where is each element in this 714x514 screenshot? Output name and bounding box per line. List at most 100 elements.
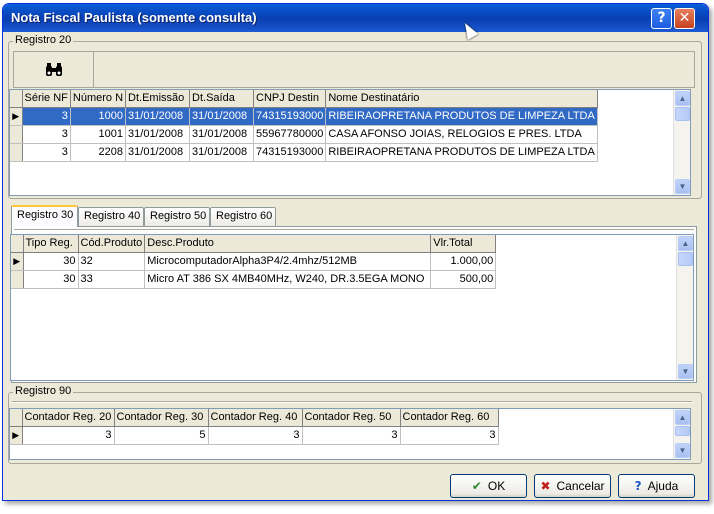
table-cell[interactable]: 3: [22, 143, 71, 162]
row-indicator-header: [11, 235, 24, 253]
ok-button[interactable]: ✔ OK: [450, 474, 527, 498]
table-cell[interactable]: 3: [22, 426, 115, 445]
table-cell[interactable]: 1000: [70, 107, 127, 126]
table-cell[interactable]: 3: [208, 426, 303, 445]
table-cell[interactable]: 32: [78, 252, 146, 271]
row-indicator-header: [10, 90, 23, 108]
column-header[interactable]: Contador Reg. 50: [302, 409, 401, 427]
table-cell[interactable]: 1001: [70, 125, 127, 144]
column-header[interactable]: Dt.Saída: [189, 90, 255, 108]
scroll-down-icon[interactable]: ▼: [675, 179, 690, 194]
dialog-window: Nota Fiscal Paulista (somente consulta) …: [2, 3, 709, 501]
scroll-thumb[interactable]: [675, 426, 690, 436]
registro20-scrollbar[interactable]: ▲ ▼: [673, 90, 690, 195]
table-cell[interactable]: 31/01/2008: [189, 107, 255, 126]
binoculars-icon: [45, 62, 62, 76]
table-cell[interactable]: 500,00: [430, 270, 497, 289]
column-header[interactable]: Cód.Produto: [78, 235, 146, 253]
table-cell[interactable]: CASA AFONSO JOIAS, RELOGIOS E PRES. LTDA: [325, 125, 598, 144]
column-header[interactable]: Desc.Produto: [144, 235, 432, 253]
registro30-scrollbar[interactable]: ▲ ▼: [676, 235, 693, 380]
table-cell[interactable]: 74315193000: [253, 143, 327, 162]
column-header[interactable]: Contador Reg. 30: [114, 409, 209, 427]
ok-label: OK: [487, 479, 506, 493]
table-cell[interactable]: 3: [400, 426, 499, 445]
column-header[interactable]: Contador Reg. 60: [400, 409, 499, 427]
scroll-up-icon[interactable]: ▲: [675, 91, 690, 106]
table-cell[interactable]: 33: [78, 270, 146, 289]
table-cell[interactable]: 3: [22, 125, 71, 144]
question-icon: ?: [634, 479, 642, 493]
scroll-up-icon[interactable]: ▲: [678, 236, 693, 251]
current-row-arrow-icon[interactable]: ▶: [11, 252, 24, 271]
table-cell[interactable]: 55967780000: [253, 125, 327, 144]
panel-divider: [14, 229, 694, 231]
help-label: Ajuda: [647, 479, 679, 493]
scroll-up-icon[interactable]: ▲: [675, 410, 690, 425]
tab-panel: Tipo Reg. Cód.Produto Desc.Produto Vlr.Tota…: [10, 226, 697, 383]
column-header[interactable]: Dt.Emissão: [125, 90, 191, 108]
help-button[interactable]: ? Ajuda: [618, 474, 695, 498]
table-cell[interactable]: 5: [114, 426, 209, 445]
registro20-toolbar: [13, 51, 695, 88]
column-header[interactable]: Vlr.Total: [430, 235, 497, 253]
help-title-button[interactable]: ?: [651, 8, 672, 29]
table-cell[interactable]: 31/01/2008: [189, 125, 255, 144]
table-cell[interactable]: 31/01/2008: [125, 107, 191, 126]
table-cell[interactable]: 3: [302, 426, 401, 445]
table-cell[interactable]: 31/01/2008: [189, 143, 255, 162]
table-row[interactable]: 3 1001 31/01/2008 31/01/2008 55967780000 CASA…: [10, 125, 598, 144]
table-cell[interactable]: 31/01/2008: [125, 125, 191, 144]
cancel-button[interactable]: ✖ Cancelar: [534, 474, 611, 498]
table-cell[interactable]: MicrocomputadorAlpha3P4/2.4mhz/512MB: [144, 252, 432, 271]
column-header[interactable]: Número N: [70, 90, 127, 108]
table-row[interactable]: 3 2208 31/01/2008 31/01/2008 74315193000 RIBE…: [10, 143, 598, 162]
row-indicator[interactable]: [10, 143, 23, 162]
table-cell[interactable]: 30: [23, 252, 79, 271]
table-cell[interactable]: 1.000,00: [430, 252, 497, 271]
table-row[interactable]: ▶ 3 1000 31/01/2008 31/01/2008 74315193000 RIB…: [10, 107, 598, 126]
registro20-label: Registro 20: [13, 34, 74, 46]
table-row[interactable]: ▶ 3 5 3 3 3: [10, 426, 499, 445]
registro90-scrollbar[interactable]: ▲ ▼: [673, 409, 690, 459]
cancel-label: Cancelar: [556, 479, 605, 493]
column-header[interactable]: Tipo Reg.: [23, 235, 79, 253]
table-cell[interactable]: 31/01/2008: [125, 143, 191, 162]
registro90-label: Registro 90: [13, 385, 74, 397]
column-header[interactable]: Nome Destinatário: [325, 90, 598, 108]
current-row-arrow-icon[interactable]: ▶: [10, 107, 23, 126]
row-indicator-header: [10, 409, 23, 427]
table-cell[interactable]: RIBEIRAOPRETANA PRODUTOS DE LIMPEZA LTDA: [325, 143, 598, 162]
table-cell[interactable]: RIBEIRAOPRETANA PRODUTOS DE LIMPEZA LTDA: [325, 107, 598, 126]
tab-registro-60[interactable]: Registro 60: [210, 207, 276, 226]
scroll-down-icon[interactable]: ▼: [675, 443, 690, 458]
registro20-grid[interactable]: Série NF Número N Dt.Emissão Dt.Saída CNPJ D…: [9, 89, 691, 196]
search-button[interactable]: [14, 52, 94, 87]
column-header[interactable]: CNPJ Destin: [253, 90, 327, 108]
close-title-button[interactable]: ✕: [674, 8, 695, 29]
column-header[interactable]: Contador Reg. 20: [22, 409, 115, 427]
table-cell[interactable]: 3: [22, 107, 71, 126]
table-row[interactable]: 30 33 Micro AT 386 SX 4MB40MHz, W240, DR.3…: [11, 270, 497, 289]
tab-registro-40[interactable]: Registro 40: [78, 207, 144, 226]
table-cell[interactable]: 74315193000: [253, 107, 327, 126]
column-header[interactable]: Série NF: [22, 90, 71, 108]
scroll-thumb[interactable]: [678, 252, 693, 266]
registro90-grid[interactable]: Contador Reg. 20 Contador Reg. 30 Contador…: [9, 408, 691, 460]
scroll-down-icon[interactable]: ▼: [678, 364, 693, 379]
registro90-divider: [12, 401, 692, 403]
tab-registro-30[interactable]: Registro 30: [11, 205, 78, 227]
registro30-grid[interactable]: Tipo Reg. Cód.Produto Desc.Produto Vlr.Tota…: [10, 234, 694, 381]
checkmark-icon: ✔: [471, 479, 482, 493]
scroll-thumb[interactable]: [675, 107, 690, 121]
table-cell[interactable]: 2208: [70, 143, 127, 162]
table-cell[interactable]: Micro AT 386 SX 4MB40MHz, W240, DR.3.5EG…: [144, 270, 432, 289]
title-bar[interactable]: Nota Fiscal Paulista (somente consulta) …: [3, 4, 708, 32]
current-row-arrow-icon[interactable]: ▶: [10, 426, 23, 445]
row-indicator[interactable]: [10, 125, 23, 144]
column-header[interactable]: Contador Reg. 40: [208, 409, 303, 427]
row-indicator[interactable]: [11, 270, 24, 289]
tab-registro-50[interactable]: Registro 50: [144, 207, 210, 226]
table-row[interactable]: ▶ 30 32 MicrocomputadorAlpha3P4/2.4mhz/512M…: [11, 252, 497, 271]
table-cell[interactable]: 30: [23, 270, 79, 289]
